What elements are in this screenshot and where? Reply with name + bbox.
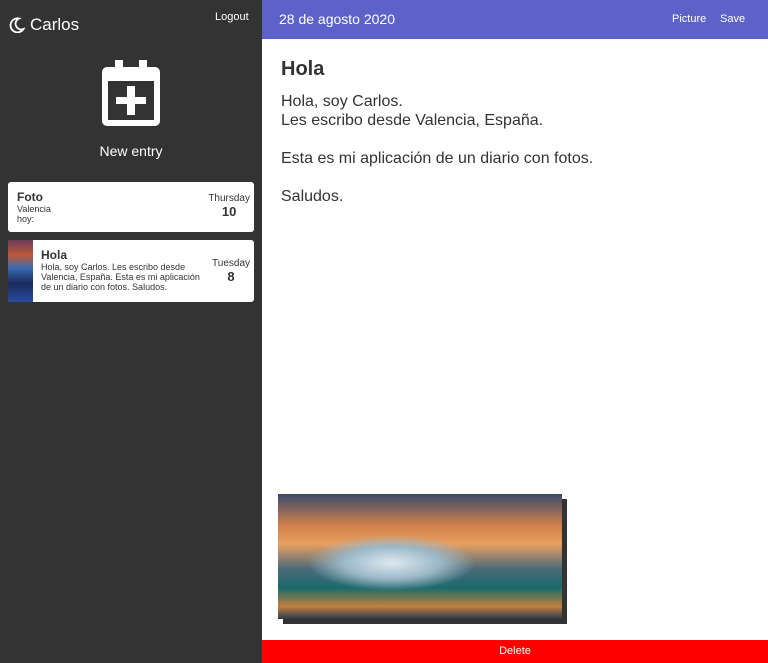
- calendar-plus-icon: [102, 60, 160, 126]
- moon-icon: [9, 17, 25, 33]
- save-button[interactable]: Save: [720, 13, 745, 25]
- entry-title: Hola: [41, 248, 68, 262]
- entry-preview-line: hoy:: [17, 214, 35, 224]
- entry-title: Foto: [17, 190, 43, 204]
- sidebar: Carlos Logout New entry Foto Valencia ho…: [0, 0, 262, 663]
- user-info: Carlos: [9, 15, 79, 35]
- logout-button[interactable]: Logout: [215, 11, 249, 23]
- header: 28 de agosto 2020 Picture Save: [262, 0, 768, 39]
- entry-card[interactable]: Hola Hola, soy Carlos. Les escribo desde…: [8, 240, 254, 302]
- delete-button[interactable]: Delete: [262, 640, 768, 663]
- entry-body-input[interactable]: Hola, soy Carlos. Les escribo desde Vale…: [281, 92, 593, 206]
- user-name: Carlos: [30, 15, 80, 34]
- entry-weekday: Tuesday: [212, 258, 250, 269]
- entry-card[interactable]: Foto Valencia hoy: Thursday 10: [8, 182, 254, 232]
- new-entry-button[interactable]: New entry: [0, 60, 262, 159]
- entry-day: 8: [227, 269, 235, 284]
- entry-date-title: 28 de agosto 2020: [279, 11, 395, 27]
- entry-title-input[interactable]: Hola: [281, 58, 593, 81]
- entry-preview: Hola, soy Carlos. Les escribo desde Vale…: [41, 262, 200, 292]
- new-entry-label: New entry: [99, 143, 163, 159]
- entry-date: Thursday 10: [208, 193, 250, 219]
- entry-photo: [278, 494, 562, 619]
- entry-date: Tuesday 8: [212, 258, 250, 284]
- entry-thumbnail: [8, 240, 33, 302]
- entry-content[interactable]: Hola Hola, soy Carlos. Les escribo desde…: [281, 58, 593, 206]
- entry-day: 10: [221, 204, 237, 219]
- entry-weekday: Thursday: [208, 193, 250, 204]
- entry-preview-line: Valencia: [17, 204, 51, 214]
- picture-button[interactable]: Picture: [672, 13, 706, 25]
